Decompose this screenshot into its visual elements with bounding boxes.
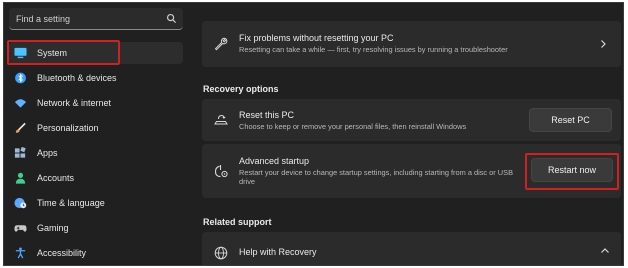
wifi-icon [14, 99, 27, 108]
chevron-right-icon [601, 40, 606, 48]
advanced-startup-card: Advanced startup Restart your device to … [202, 144, 621, 198]
sidebar-item-gaming[interactable]: Gaming [9, 217, 183, 239]
reset-pc-button[interactable]: Reset PC [529, 108, 612, 132]
apps-icon [14, 147, 26, 158]
related-support-heading: Related support [203, 217, 272, 227]
highlight-box-restart [525, 153, 619, 190]
person-icon [15, 172, 26, 184]
help-with-recovery-card[interactable]: Help with Recovery [202, 232, 621, 265]
recovery-options-heading: Recovery options [203, 84, 279, 94]
sidebar-item-label: Personalization [37, 123, 99, 133]
reset-pc-card: Reset this PC Choose to keep or remove y… [202, 99, 621, 141]
help-with-recovery-title: Help with Recovery [239, 247, 317, 257]
advanced-startup-title: Advanced startup [239, 156, 310, 166]
gamepad-icon [14, 225, 27, 232]
sidebar-item-label: Time & language [37, 198, 105, 208]
sidebar-item-label: Apps [37, 148, 58, 158]
sidebar-item-label: Accessibility [37, 248, 87, 258]
search-icon [166, 13, 177, 24]
sidebar-item-label: Bluetooth & devices [37, 73, 117, 83]
brush-icon [15, 122, 26, 133]
wrench-icon [214, 37, 228, 51]
sidebar-item-accessibility[interactable]: Accessibility [9, 242, 183, 264]
accessibility-icon [15, 247, 26, 259]
sidebar: Find a setting System Bluetooth & device… [4, 3, 192, 265]
reset-pc-icon [214, 114, 228, 125]
fix-problems-title: Fix problems without resetting your PC [239, 33, 394, 43]
fix-problems-card[interactable]: Fix problems without resetting your PC R… [202, 21, 621, 67]
sidebar-item-label: Network & internet [37, 98, 112, 108]
sidebar-item-time-language[interactable]: Time & language [9, 192, 183, 214]
globe-clock-icon [14, 197, 27, 209]
bluetooth-icon [15, 72, 26, 84]
advanced-startup-icon [214, 165, 228, 178]
sidebar-item-personalization[interactable]: Personalization [9, 117, 183, 139]
sidebar-item-label: Accounts [37, 173, 75, 183]
sidebar-item-apps[interactable]: Apps [9, 142, 183, 164]
reset-pc-desc: Choose to keep or remove your personal f… [239, 122, 467, 131]
sidebar-item-bluetooth[interactable]: Bluetooth & devices [9, 67, 183, 89]
settings-window: Find a setting System Bluetooth & device… [3, 2, 624, 266]
globe-icon [214, 246, 228, 260]
advanced-startup-desc: Restart your device to change startup se… [239, 168, 513, 186]
reset-pc-title: Reset this PC [239, 110, 295, 120]
fix-problems-desc: Resetting can take a while — first, try … [239, 45, 508, 54]
chevron-up-icon[interactable] [600, 246, 610, 256]
sidebar-item-network[interactable]: Network & internet [9, 92, 183, 114]
search-input[interactable]: Find a setting [9, 8, 183, 30]
search-placeholder: Find a setting [16, 14, 71, 24]
sidebar-item-accounts[interactable]: Accounts [9, 167, 183, 189]
sidebar-item-label: Gaming [37, 223, 69, 233]
highlight-box-system [7, 40, 120, 65]
